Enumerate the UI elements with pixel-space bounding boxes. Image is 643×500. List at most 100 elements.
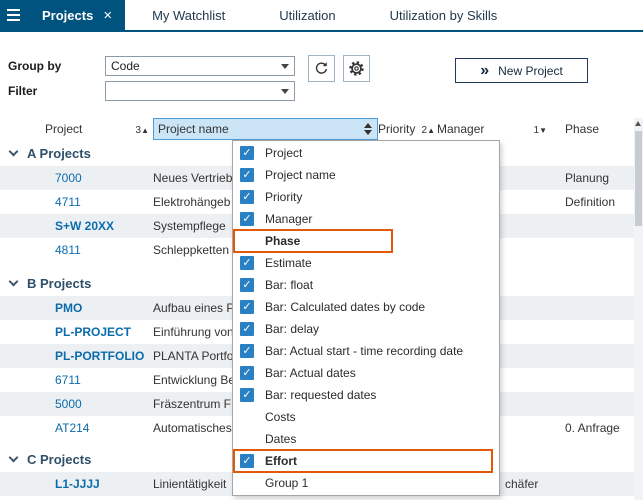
menu-item-dates[interactable]: ✓ Dates [233, 428, 499, 450]
phase-cell [555, 344, 643, 368]
menu-item-bar-float[interactable]: ✓ Bar: float [233, 274, 499, 296]
menu-item-label: Bar: Actual dates [265, 366, 356, 380]
sort-order-badge: 2▲ [422, 122, 435, 136]
menu-item-project-name[interactable]: ✓ Project name [233, 164, 499, 186]
checkmark-icon: ✓ [240, 278, 254, 292]
group-label: B Projects [27, 276, 91, 291]
tab-label: Utilization [279, 8, 335, 23]
column-label: Phase [565, 122, 599, 136]
group-by-dropdown[interactable]: Code [105, 56, 295, 76]
close-tab-icon[interactable]: × [103, 8, 112, 23]
project-code-link[interactable]: S+W 20XX [55, 219, 114, 233]
column-header-priority[interactable]: Priority 2▲ [378, 118, 437, 140]
menu-item-project[interactable]: ✓ Project [233, 142, 499, 164]
tab-label: My Watchlist [152, 8, 225, 23]
project-code-link[interactable]: 7000 [55, 171, 82, 185]
menu-item-label: Bar: Actual start - time recording date [265, 344, 463, 358]
menu-item-costs[interactable]: ✓ Costs [233, 406, 499, 428]
filter-label: Filter [8, 84, 37, 98]
menu-item-priority[interactable]: ✓ Priority [233, 186, 499, 208]
refresh-button[interactable] [308, 55, 335, 82]
menu-item-estimate[interactable]: ✓ Estimate [233, 252, 499, 274]
checkmark-icon: ✓ [240, 454, 254, 468]
phase-cell: Definition [555, 190, 643, 214]
group-label: C Projects [27, 452, 91, 467]
collapse-group-icon[interactable] [9, 147, 19, 157]
project-code-link[interactable]: 4811 [55, 243, 81, 257]
checkmark-icon: ✓ [240, 344, 254, 358]
sort-order-badge: 3▲ [136, 122, 149, 136]
checkmark-icon: ✓ [240, 256, 254, 270]
phase-cell [555, 320, 643, 344]
scrollbar-thumb[interactable] [635, 131, 642, 226]
scroll-up-icon[interactable] [635, 121, 641, 126]
group-by-value: Code [111, 59, 140, 73]
chevron-down-icon [281, 64, 289, 69]
app-window: Projects × My Watchlist Utilization Util… [0, 0, 643, 500]
column-header-phase[interactable]: Phase [555, 118, 643, 140]
menu-item-bar-delay[interactable]: ✓ Bar: delay [233, 318, 499, 340]
menu-item-label: Project [265, 146, 302, 160]
phase-cell [555, 238, 643, 262]
checkmark-icon: ✓ [240, 388, 254, 402]
menu-item-bar-requested-dates[interactable]: ✓ Bar: requested dates [233, 384, 499, 406]
project-code-link[interactable]: AT214 [55, 421, 89, 435]
menu-item-label: Bar: requested dates [265, 388, 376, 402]
sort-toggle-icon[interactable] [364, 123, 372, 135]
checkmark-icon: ✓ [240, 190, 254, 204]
menu-item-label: Group 1 [265, 476, 308, 490]
menu-item-label: Effort [265, 454, 297, 468]
project-code-link[interactable]: PL-PROJECT [55, 325, 131, 339]
column-label: Project [45, 122, 82, 136]
settings-button[interactable] [343, 55, 370, 82]
new-project-label: New Project [498, 64, 563, 78]
menu-item-effort[interactable]: ✓ Effort [233, 450, 499, 472]
tab-projects[interactable]: Projects × [27, 0, 125, 30]
new-project-button[interactable]: » New Project [455, 58, 588, 83]
sort-asc-icon: ▲ [427, 126, 435, 135]
menu-item-manager[interactable]: ✓ Manager [233, 208, 499, 230]
menu-item-label: Bar: delay [265, 322, 319, 336]
menu-item-label: Estimate [265, 256, 312, 270]
project-code-link[interactable]: 5000 [55, 397, 82, 411]
menu-item-label: Bar: Calculated dates by code [265, 300, 425, 314]
menu-item-bar-actual-dates[interactable]: ✓ Bar: Actual dates [233, 362, 499, 384]
menu-item-group-1[interactable]: ✓ Group 1 [233, 472, 499, 494]
menu-item-label: Costs [265, 410, 296, 424]
hamburger-icon [7, 19, 20, 21]
vertical-scrollbar[interactable] [634, 118, 643, 500]
collapse-group-icon[interactable] [9, 277, 19, 287]
column-label: Priority [378, 122, 415, 136]
checkmark-icon: ✓ [240, 300, 254, 314]
column-header-project-name[interactable]: Project name [153, 118, 378, 140]
sort-desc-icon: ▼ [539, 126, 547, 135]
hamburger-menu-button[interactable] [0, 0, 27, 30]
phase-cell [555, 392, 643, 416]
phase-cell [555, 368, 643, 392]
phase-cell: Planung [555, 166, 643, 190]
checkmark-icon: ✓ [240, 212, 254, 226]
project-code-link[interactable]: 6711 [55, 373, 81, 387]
menu-item-phase[interactable]: ✓ Phase [233, 230, 499, 252]
tab-label: Utilization by Skills [390, 8, 498, 23]
filter-dropdown[interactable] [105, 81, 295, 101]
tab-utilization-by-skills[interactable]: Utilization by Skills [363, 0, 525, 30]
tab-utilization[interactable]: Utilization [252, 0, 362, 30]
column-header-manager[interactable]: Manager 1▼ [437, 118, 555, 140]
column-header-project[interactable]: Project 3▲ [0, 118, 153, 140]
menu-item-bar-actual-start[interactable]: ✓ Bar: Actual start - time recording dat… [233, 340, 499, 362]
project-code-link[interactable]: PL-PORTFOLIO [55, 349, 144, 363]
gear-icon [348, 60, 365, 77]
collapse-group-icon[interactable] [9, 453, 19, 463]
menu-item-label: Bar: float [265, 278, 313, 292]
project-code-link[interactable]: 4711 [55, 195, 81, 209]
menu-item-bar-calculated-dates[interactable]: ✓ Bar: Calculated dates by code [233, 296, 499, 318]
table-header-row: Project 3▲ Project name Priority 2▲ Mana… [0, 118, 643, 140]
checkmark-icon: ✓ [240, 168, 254, 182]
project-code-link[interactable]: PMO [55, 301, 82, 315]
tab-my-watchlist[interactable]: My Watchlist [125, 0, 252, 30]
project-code-link[interactable]: L1-JJJJ [55, 477, 100, 491]
phase-cell [555, 214, 643, 238]
phase-cell [555, 296, 643, 320]
sort-asc-icon: ▲ [141, 126, 149, 135]
